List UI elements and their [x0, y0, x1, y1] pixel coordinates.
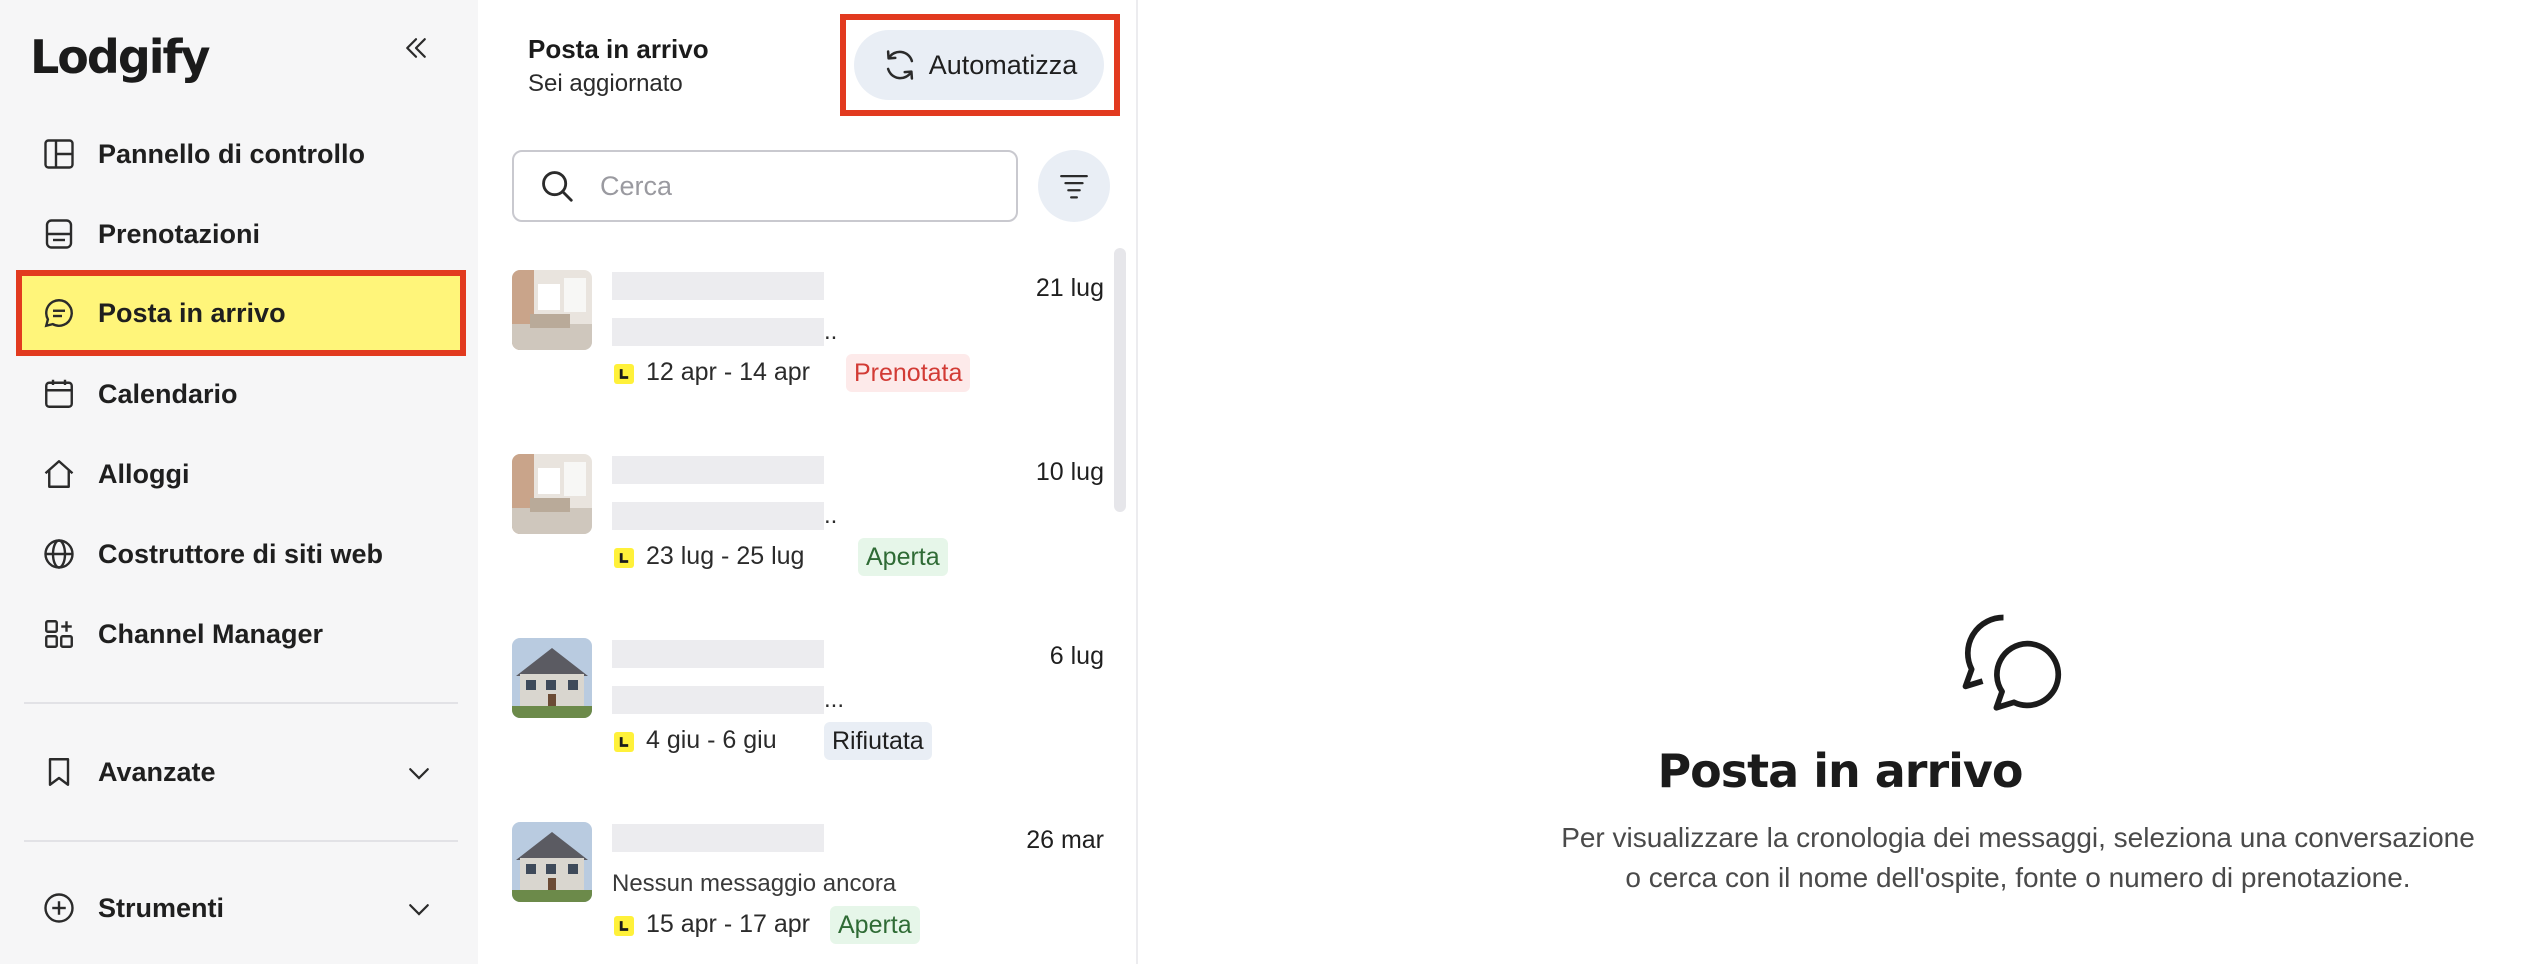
chat-bubbles-icon: [1962, 614, 2062, 711]
sidebar-divider: [24, 702, 458, 704]
sidebar-item-label: Alloggi: [98, 458, 190, 489]
guest-name-placeholder: [612, 272, 824, 300]
message-ellipsis: ...: [824, 686, 845, 713]
booking-date-range: 23 lug - 25 lug: [646, 542, 805, 570]
message-ellipsis: ..: [824, 502, 838, 529]
conversation-item[interactable]: .. 21 lug 12 apr - 14 apr Prenotata: [512, 248, 1112, 398]
property-thumbnail: [512, 638, 592, 718]
collapse-sidebar-button[interactable]: [394, 26, 438, 70]
automate-label: Automatizza: [928, 49, 1078, 80]
conversation-item[interactable]: ... 6 lug 4 giu - 6 giu Rifiutata: [512, 616, 1112, 766]
sidebar-item-label: Channel Manager: [98, 618, 324, 649]
empty-state-line: Per visualizzare la cronologia dei messa…: [1561, 822, 2475, 853]
sidebar-item-label: Posta in arrivo: [98, 297, 286, 328]
sidebar-item-properties[interactable]: Alloggi: [24, 436, 460, 512]
conversation-item[interactable]: Nessun messaggio ancora 26 mar 15 apr - …: [512, 800, 1112, 950]
sidebar-item-label: Prenotazioni: [98, 218, 261, 249]
plus-circle-icon: [40, 889, 78, 927]
lodgify-logo[interactable]: Lodgify: [30, 30, 211, 84]
conversation-date: 6 lug: [1049, 642, 1104, 670]
guest-name-placeholder: [612, 456, 824, 484]
search-input[interactable]: [600, 170, 980, 202]
automate-button[interactable]: Automatizza: [854, 30, 1104, 100]
message-ellipsis: ..: [824, 318, 838, 345]
sidebar-item-label: Costruttore di siti web: [98, 538, 384, 569]
apps-icon: [40, 615, 78, 653]
sync-icon: [886, 50, 913, 80]
sidebar-item-label: Pannello di controllo: [98, 138, 366, 169]
calendar-icon: [40, 375, 78, 413]
sidebar-item-website-builder[interactable]: Costruttore di siti web: [24, 516, 460, 592]
conversation-date: 10 lug: [1035, 458, 1104, 486]
lodgify-source-icon: [614, 364, 634, 384]
message-preview: Nessun messaggio ancora: [612, 870, 897, 897]
conversation-item[interactable]: .. 10 lug 23 lug - 25 lug Aperta: [512, 432, 1112, 582]
empty-state-line: o cerca con il nome dell'ospite, fonte o…: [1625, 862, 2411, 893]
sidebar-item-label: Calendario: [98, 378, 238, 409]
chevron-down-icon: [409, 768, 429, 780]
sidebar-section-advanced[interactable]: Avanzate: [24, 734, 460, 810]
sidebar-item-bookings[interactable]: Prenotazioni: [24, 196, 460, 272]
message-placeholder: [612, 318, 824, 346]
list-scrollbar[interactable]: [1114, 248, 1126, 512]
guest-name-placeholder: [612, 640, 824, 668]
sidebar-item-label: Avanzate: [98, 756, 216, 787]
lodgify-source-icon: [614, 732, 634, 752]
sidebar-item-label: Strumenti: [98, 892, 225, 923]
lodgify-source-icon: [614, 548, 634, 568]
empty-state-description: Per visualizzare la cronologia dei messa…: [1468, 818, 2542, 898]
conversation-date: 21 lug: [1035, 274, 1104, 302]
message-placeholder: [612, 686, 824, 714]
sidebar-item-inbox[interactable]: Posta in arrivo: [16, 270, 466, 356]
search-box[interactable]: [512, 150, 1018, 222]
filter-button[interactable]: [1038, 150, 1110, 222]
inbox-title: Posta in arrivo: [528, 34, 709, 64]
sidebar-item-channel-manager[interactable]: Channel Manager: [24, 596, 460, 672]
double-chevron-left-icon: [406, 38, 426, 58]
sidebar: Lodgify Pannello di controllo Prenotazio…: [0, 0, 478, 964]
property-thumbnail: [512, 270, 592, 350]
status-badge: Rifiutata: [824, 722, 932, 760]
sidebar-item-dashboard[interactable]: Pannello di controllo: [24, 116, 460, 192]
lodgify-source-icon: [614, 916, 634, 936]
sidebar-section-tools[interactable]: Strumenti: [24, 870, 460, 946]
property-thumbnail: [512, 822, 592, 902]
booking-date-range: 4 giu - 6 giu: [646, 726, 777, 754]
search-icon: [542, 171, 573, 202]
sidebar-item-calendar[interactable]: Calendario: [24, 356, 460, 432]
property-thumbnail: [512, 454, 592, 534]
chevron-down-icon: [409, 904, 429, 916]
sidebar-divider: [24, 840, 458, 842]
status-badge: Prenotata: [846, 354, 971, 392]
globe-icon: [40, 535, 78, 573]
filter-icon: [1060, 174, 1088, 199]
bookings-icon: [40, 215, 78, 253]
guest-name-placeholder: [612, 824, 824, 852]
inbox-list-panel: Posta in arrivo Sei aggiornato Automatiz…: [478, 0, 1138, 964]
booking-date-range: 15 apr - 17 apr: [646, 910, 810, 938]
home-icon: [40, 455, 78, 493]
bookmark-icon: [40, 753, 78, 791]
message-placeholder: [612, 502, 824, 530]
chat-icon: [40, 294, 78, 332]
booking-date-range: 12 apr - 14 apr: [646, 358, 810, 386]
conversation-date: 26 mar: [1026, 826, 1104, 854]
status-badge: Aperta: [830, 906, 920, 944]
status-badge: Aperta: [858, 538, 948, 576]
dashboard-icon: [40, 135, 78, 173]
inbox-subtitle: Sei aggiornato: [528, 70, 683, 97]
empty-state-title: Posta in arrivo: [1657, 744, 2023, 798]
